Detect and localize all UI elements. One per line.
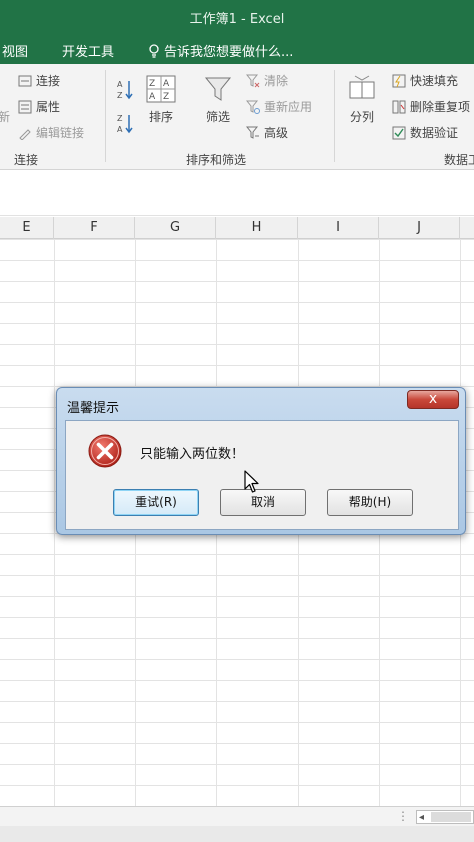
clear-filter-icon [245,74,260,88]
svg-text:Z: Z [149,79,155,89]
dialog-close-button[interactable]: x [407,390,459,409]
svg-text:Z: Z [117,114,123,123]
advanced-label: 高级 [264,126,289,140]
connections-group-label: 连接 [14,153,39,167]
text-to-columns-button[interactable]: 分列 [344,74,380,125]
sheet-tab-bar: ⋮ ◂ [0,806,474,826]
sort-ascending-icon: AZ [116,78,134,100]
sort-filter-group-label: 排序和筛选 [186,153,247,167]
connections-icon [18,74,32,88]
properties-icon [18,100,32,114]
window-title: 工作簿1 - Excel [189,12,285,27]
sort-az-button[interactable]: AZ [116,78,134,100]
refresh-all-partial-label[interactable]: 新 [0,108,10,125]
horizontal-scrollbar[interactable]: ◂ [416,810,474,824]
lightbulb-icon [148,43,160,58]
ribbon-separator [105,70,106,162]
text-to-columns-label: 分列 [349,110,374,124]
advanced-filter-button[interactable]: 高级 [245,124,289,141]
mouse-pointer-icon [244,470,260,494]
edit-links-button[interactable]: 编辑链接 [18,124,84,141]
remove-duplicates-label: 删除重复项 [410,100,471,114]
data-validation-button[interactable]: 数据验证 [392,124,458,141]
sort-za-button[interactable]: ZA [116,112,134,134]
status-bar [0,826,474,842]
filter-button[interactable]: 筛选 [200,74,236,125]
ribbon-tabs: 视图 开发工具 告诉我您想要做什么... [0,34,474,64]
properties-label: 属性 [36,100,61,114]
sort-label: 排序 [148,110,173,124]
flash-fill-button[interactable]: 快速填充 [392,72,458,89]
svg-text:A: A [163,79,170,89]
tab-view[interactable]: 视图 [2,41,28,60]
sort-descending-icon: ZA [116,112,134,134]
formula-area [0,170,474,216]
svg-text:A: A [149,92,156,102]
error-icon [87,433,123,469]
flash-fill-icon [392,74,406,88]
properties-button[interactable]: 属性 [18,98,60,115]
scroll-left-icon[interactable]: ◂ [419,811,424,824]
reapply-label: 重新应用 [264,100,313,114]
sort-dialog-icon: ZAAZ [146,74,176,104]
tell-me-search[interactable]: 告诉我您想要做什么... [148,41,293,60]
reapply-icon [245,100,260,114]
data-tools-group-label: 数据工 [444,153,474,167]
data-validation-icon [392,126,406,140]
dialog-message: 只能输入两位数！ [140,447,245,462]
retry-button[interactable]: 重试(R) [113,489,199,516]
cancel-button[interactable]: 取消 [220,489,306,516]
ribbon-separator [334,70,335,162]
data-validation-label: 数据验证 [410,126,459,140]
flash-fill-label: 快速填充 [410,74,459,88]
column-header-e[interactable]: E [0,217,54,239]
remove-duplicates-icon [392,100,406,114]
connections-label: 连接 [36,74,61,88]
edit-links-label: 编辑链接 [36,126,85,140]
reapply-button[interactable]: 重新应用 [245,98,313,115]
text-to-columns-icon [347,74,377,104]
filter-label: 筛选 [205,110,230,124]
title-bar: 工作簿1 - Excel [0,0,474,34]
connections-button[interactable]: 连接 [18,72,60,89]
svg-text:Z: Z [117,91,123,100]
scroll-thumb[interactable] [431,812,471,822]
dialog-title: 温馨提示 [67,401,120,416]
column-header-j[interactable]: J [379,217,460,239]
sort-button[interactable]: ZAAZ 排序 [143,74,179,125]
advanced-filter-icon [245,126,260,140]
column-header-g[interactable]: G [135,217,216,239]
edit-links-icon [18,126,32,141]
clear-filter-button[interactable]: 清除 [245,72,289,89]
ribbon: 新 连接 属性 编辑链接 连接 AZ ZA ZAAZ 排序 筛选 清除 重新应用… [0,64,474,170]
tell-me-label: 告诉我您想要做什么... [164,45,294,60]
grid-line [54,239,55,806]
column-header-i[interactable]: I [298,217,379,239]
filter-funnel-icon [203,74,233,104]
clear-label: 清除 [264,74,289,88]
column-header-f[interactable]: F [54,217,135,239]
help-button[interactable]: 帮助(H) [327,489,413,516]
dialog-body: 只能输入两位数！ 重试(R) 取消 帮助(H) [65,420,459,530]
svg-text:A: A [117,80,123,89]
warning-dialog: 温馨提示 x 只能输入两位数！ 重试(R) 取消 帮助(H) [56,387,466,535]
remove-duplicates-button[interactable]: 删除重复项 [392,98,470,115]
svg-text:A: A [117,125,123,134]
column-header-h[interactable]: H [216,217,298,239]
tab-developer[interactable]: 开发工具 [62,41,114,60]
column-header-row: E F G H I J [0,217,474,239]
split-handle[interactable]: ⋮ [397,809,409,823]
svg-text:Z: Z [163,92,169,102]
